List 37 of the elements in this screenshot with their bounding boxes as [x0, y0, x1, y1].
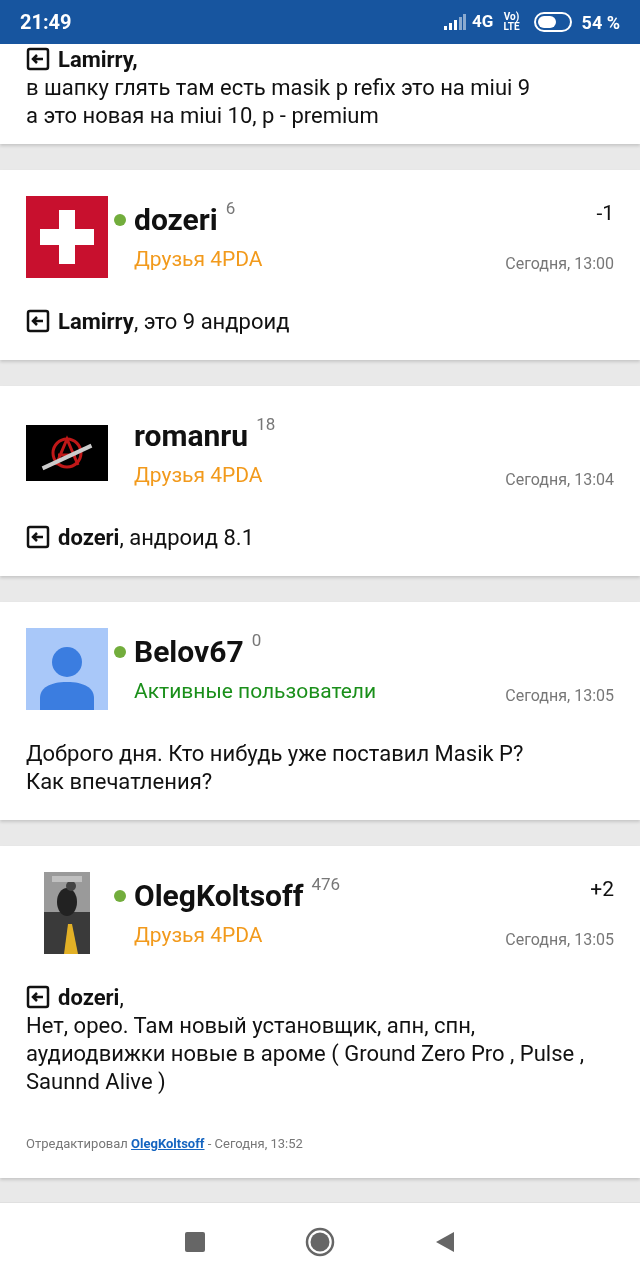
post-text: dozeri, андроид 8.1	[26, 524, 614, 552]
edit-note: Отредактировал OlegKoltsoff - Сегодня, 13:52	[26, 1135, 304, 1153]
post-text: Lamirry, это 9 андроид	[26, 308, 614, 336]
post-text: Доброго дня. Кто нибудь уже поставил Masik P? Как впечатления?	[26, 740, 525, 796]
user-rank: Друзья 4PDA	[134, 462, 263, 489]
reputation-count: 18	[256, 413, 276, 436]
back-button[interactable]	[435, 1230, 455, 1253]
default-avatar-icon	[26, 628, 108, 710]
reputation-count: 6	[225, 197, 236, 220]
post-time: Сегодня, 13:05	[505, 928, 614, 951]
post-time: Сегодня, 13:04	[505, 468, 614, 491]
volte-label: Vo)	[503, 12, 520, 22]
volte-label: LTE	[503, 22, 520, 32]
user-rank: Активные пользователи	[134, 678, 377, 705]
post-time: Сегодня, 13:00	[505, 252, 614, 275]
battery-percent: 54 %	[581, 10, 620, 35]
author-name[interactable]: OlegKoltsoff	[134, 872, 304, 916]
post-rating: -1	[596, 200, 614, 227]
flag-avatar-icon	[26, 196, 108, 278]
post-time: Сегодня, 13:05	[505, 684, 614, 707]
post-text: dozeri, Нет, орео. Там новый установщик, апн, спн, аудиодвижки новые в ароме ( Ground Zero Pro , Pulse , Saunnd Alive )	[26, 984, 585, 1096]
reputation-count: 0	[251, 629, 262, 652]
battery-icon	[533, 12, 572, 32]
author-name[interactable]: dozeri	[134, 196, 218, 240]
author-name[interactable]: Belov67	[134, 628, 244, 672]
home-button[interactable]	[305, 1226, 335, 1257]
author-link[interactable]: OlegKoltsoff	[131, 1136, 205, 1151]
network-label: 4G	[472, 10, 494, 34]
post-rating: +2	[590, 876, 614, 903]
recents-button[interactable]	[185, 1231, 205, 1252]
user-rank: Друзья 4PDA	[134, 246, 263, 273]
author-name[interactable]: romanru	[134, 412, 249, 456]
clock-time: 21:49	[20, 9, 72, 36]
user-rank: Друзья 4PDA	[134, 922, 263, 949]
post-text: Lamirry, в шапку глять там есть masik p refix это на miui 9 а это новая на miui 10, p - premium	[26, 46, 532, 130]
reputation-count: 476	[311, 873, 341, 896]
signal-icon	[444, 14, 467, 30]
